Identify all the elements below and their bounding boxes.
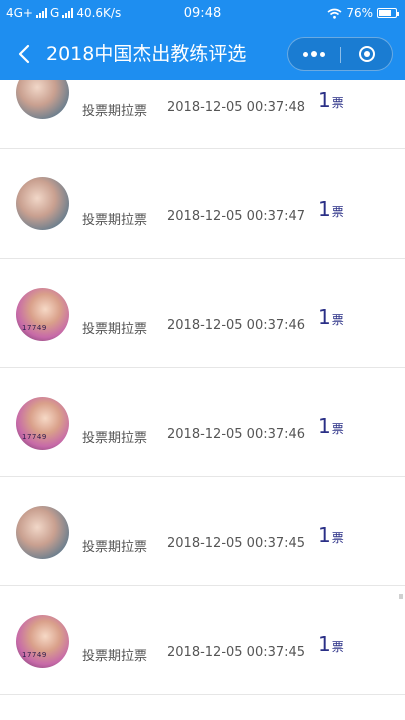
- avatar: [16, 177, 69, 230]
- vote-unit: 票: [331, 640, 344, 654]
- vote-unit: 票: [331, 205, 344, 219]
- vote-number: 1: [318, 197, 331, 221]
- avatar-watermark: 17749: [22, 651, 47, 659]
- wifi-icon: [327, 8, 342, 19]
- record-time: 2018-12-05 00:37:45: [167, 645, 306, 660]
- avatar: 17749: [16, 288, 69, 341]
- back-button[interactable]: [10, 38, 38, 70]
- avatar-watermark: 17749: [22, 433, 47, 441]
- record-time: 2018-12-05 00:37:47: [167, 209, 306, 224]
- vote-count: 1票: [318, 523, 344, 547]
- list-item: 投票期拉票 2018-12-05 00:37:47 1票: [0, 150, 405, 259]
- battery-percent: 76%: [346, 6, 373, 20]
- record-label: 投票期拉票: [82, 649, 148, 664]
- record-label: 投票期拉票: [82, 540, 148, 555]
- target-circle-icon: [359, 46, 375, 62]
- vote-number: 1: [318, 88, 331, 112]
- record-label: 投票期拉票: [82, 213, 148, 228]
- vote-record-list[interactable]: 投票期拉票 2018-12-05 00:37:48 1票 投票期拉票 2018-…: [0, 80, 405, 720]
- scrollbar-indicator[interactable]: [399, 594, 403, 599]
- vote-count: 1票: [318, 88, 344, 112]
- vote-number: 1: [318, 305, 331, 329]
- vote-unit: 票: [331, 422, 344, 436]
- vote-number: 1: [318, 414, 331, 438]
- vote-unit: 票: [331, 313, 344, 327]
- vote-unit: 票: [331, 96, 344, 110]
- list-item: 17749 投票期拉票 2018-12-05 00:37:46 1票: [0, 259, 405, 368]
- status-bar: 4G+ G 40.6K/s 09:48 76%: [0, 0, 405, 28]
- vote-number: 1: [318, 632, 331, 656]
- record-label: 投票期拉票: [82, 431, 148, 446]
- miniprogram-capsule: [287, 37, 393, 71]
- record-label: 投票期拉票: [82, 322, 148, 337]
- more-dot-mid: [311, 51, 317, 57]
- record-time: 2018-12-05 00:37:46: [167, 427, 306, 442]
- vote-count: 1票: [318, 632, 344, 656]
- record-time: 2018-12-05 00:37:48: [167, 100, 306, 115]
- avatar: [16, 80, 69, 119]
- more-button[interactable]: [288, 38, 340, 70]
- battery-icon: [377, 8, 399, 18]
- record-time: 2018-12-05 00:37:45: [167, 536, 306, 551]
- avatar-watermark: 17749: [22, 324, 47, 332]
- vote-count: 1票: [318, 305, 344, 329]
- close-miniprogram-button[interactable]: [341, 38, 393, 70]
- record-label: 投票期拉票: [82, 104, 148, 119]
- avatar: 17749: [16, 397, 69, 450]
- vote-unit: 票: [331, 531, 344, 545]
- list-item: 投票期拉票 2018-12-05 00:37:48 1票: [0, 80, 405, 149]
- chevron-left-icon: [18, 44, 30, 64]
- nav-bar: 2018中国杰出教练评选: [0, 28, 405, 80]
- vote-count: 1票: [318, 197, 344, 221]
- vote-number: 1: [318, 523, 331, 547]
- record-time: 2018-12-05 00:37:46: [167, 318, 306, 333]
- more-dot-right: [320, 51, 325, 57]
- avatar: 17749: [16, 615, 69, 668]
- list-item: 17749 投票期拉票 2018-12-05 00:37:46 1票: [0, 368, 405, 477]
- page-title: 2018中国杰出教练评选: [46, 43, 247, 65]
- list-item: 17749 投票期拉票 2018-12-05 00:37:45 1票: [0, 586, 405, 695]
- avatar: [16, 506, 69, 559]
- more-dots-icon: [303, 51, 308, 57]
- vote-count: 1票: [318, 414, 344, 438]
- list-item: 投票期拉票 2018-12-05 00:37:45 1票: [0, 477, 405, 586]
- status-right: 76%: [327, 6, 399, 20]
